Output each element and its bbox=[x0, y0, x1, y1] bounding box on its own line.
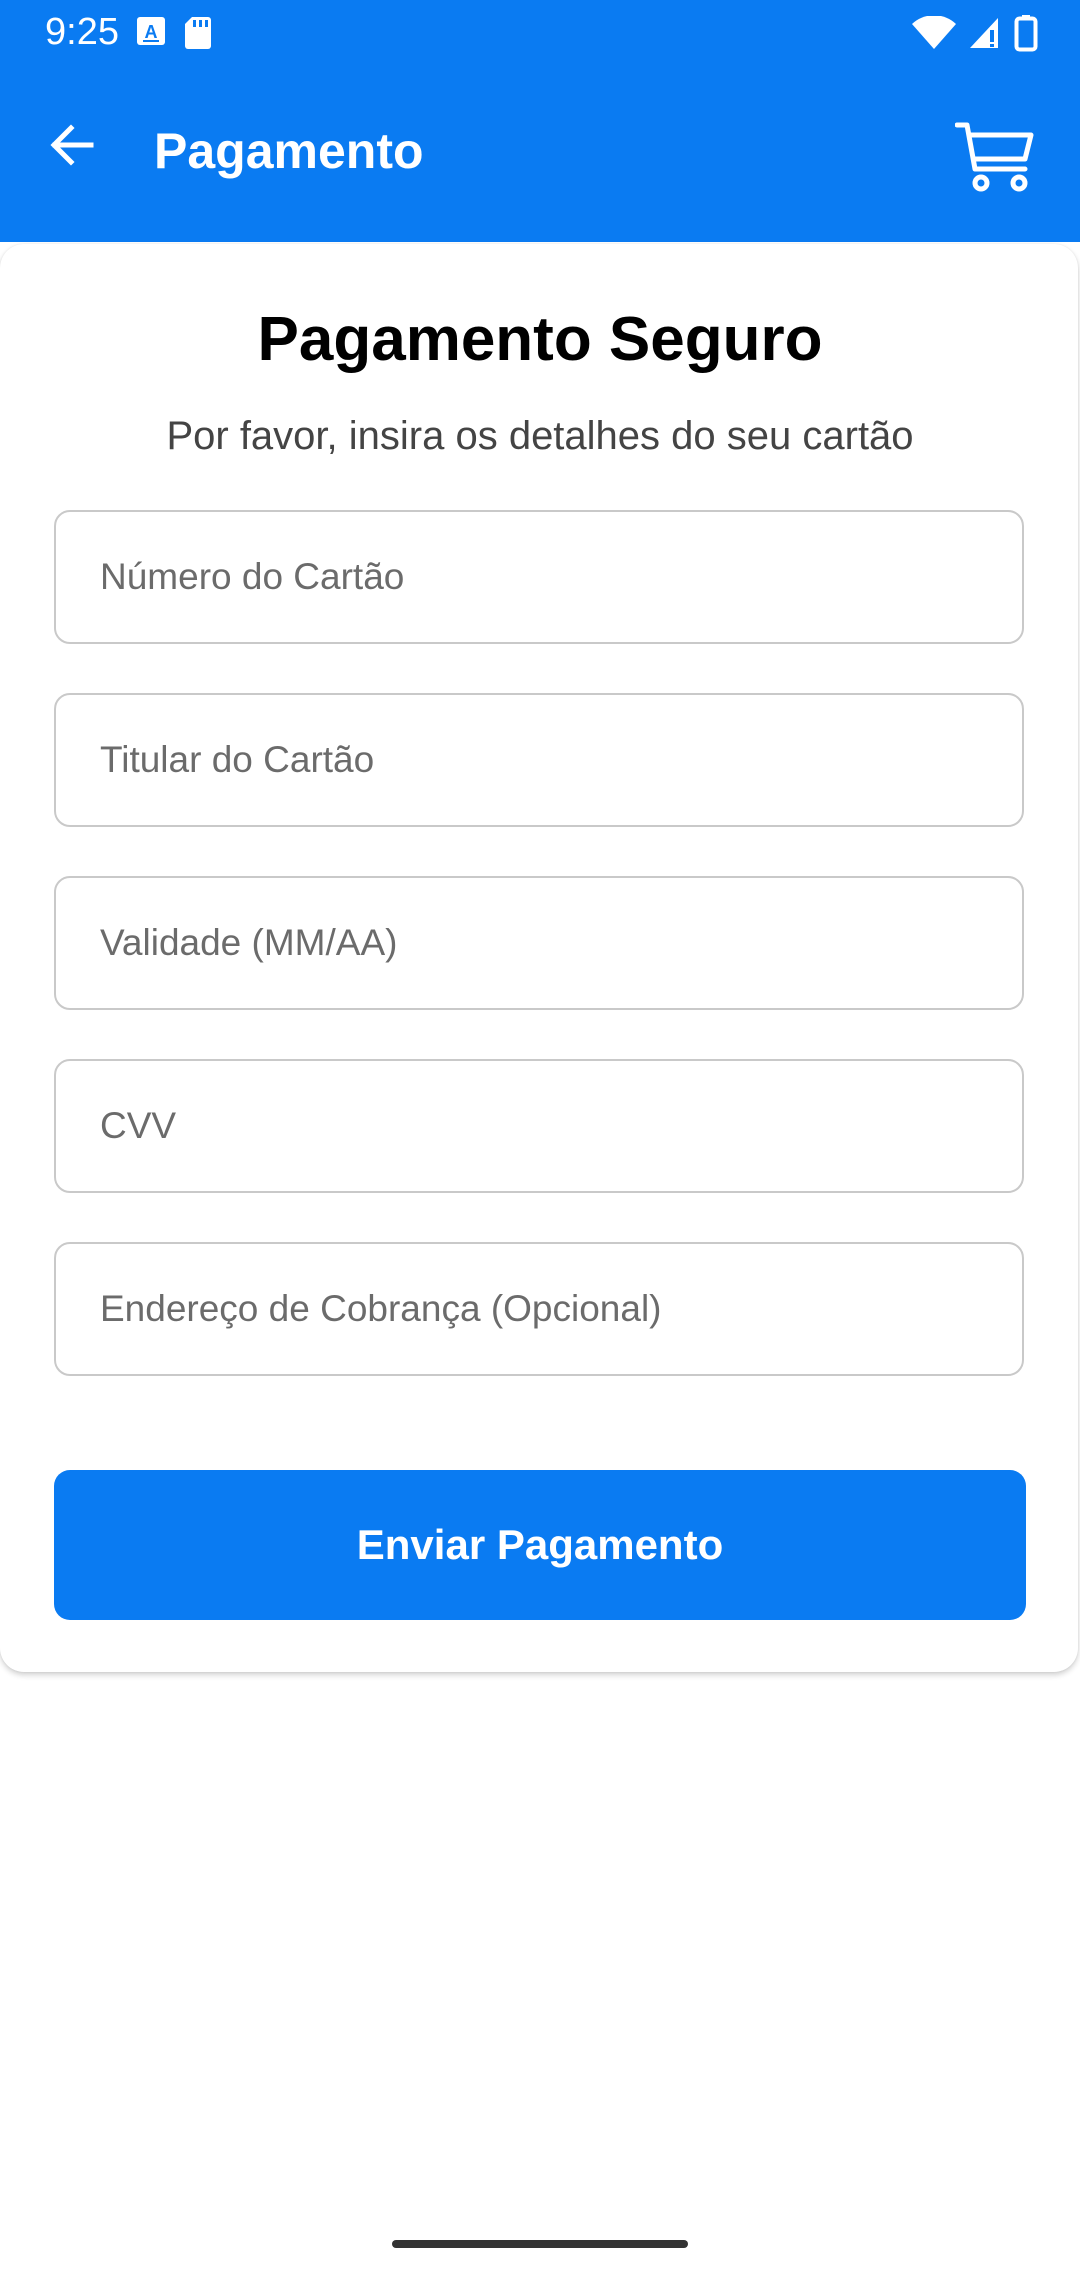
signal-icon bbox=[968, 16, 1002, 55]
cart-button[interactable] bbox=[948, 116, 1042, 202]
app-bar-title: Pagamento bbox=[154, 123, 424, 179]
card-holder-field bbox=[54, 693, 1024, 827]
status-time: 9:25 bbox=[45, 11, 119, 53]
sd-card-icon bbox=[184, 16, 212, 55]
status-right-icons bbox=[912, 14, 1038, 57]
expiry-field bbox=[54, 876, 1024, 1010]
card-subtitle: Por favor, insira os detalhes do seu car… bbox=[166, 414, 914, 458]
card-holder-input[interactable] bbox=[56, 695, 1022, 825]
svg-text:A: A bbox=[145, 22, 158, 42]
app-bar: Pagamento bbox=[0, 96, 1080, 216]
expiry-input[interactable] bbox=[56, 878, 1022, 1008]
submit-payment-button[interactable]: Enviar Pagamento bbox=[54, 1470, 1026, 1620]
cvv-input[interactable] bbox=[56, 1061, 1022, 1191]
a-badge-icon: A bbox=[136, 16, 166, 55]
status-left-icons: A bbox=[136, 16, 212, 55]
card-title: Pagamento Seguro bbox=[257, 305, 823, 374]
payment-screen: 9:25 A Pagamento Pagamento Seguro Por fa… bbox=[0, 0, 1080, 2280]
cvv-field bbox=[54, 1059, 1024, 1193]
header: 9:25 A Pagamento bbox=[0, 0, 1080, 242]
back-button[interactable] bbox=[38, 114, 104, 180]
payment-card: Pagamento Seguro Por favor, insira os de… bbox=[0, 244, 1078, 1672]
arrow-back-icon bbox=[47, 121, 95, 174]
shopping-cart-icon bbox=[954, 121, 1035, 198]
home-indicator[interactable] bbox=[392, 2240, 688, 2248]
billing-address-field bbox=[54, 1242, 1024, 1376]
card-number-input[interactable] bbox=[56, 512, 1022, 642]
billing-address-input[interactable] bbox=[56, 1244, 1022, 1374]
battery-icon bbox=[1014, 14, 1038, 57]
card-number-field bbox=[54, 510, 1024, 644]
wifi-icon bbox=[912, 15, 956, 55]
status-bar: 9:25 A bbox=[0, 0, 1080, 64]
